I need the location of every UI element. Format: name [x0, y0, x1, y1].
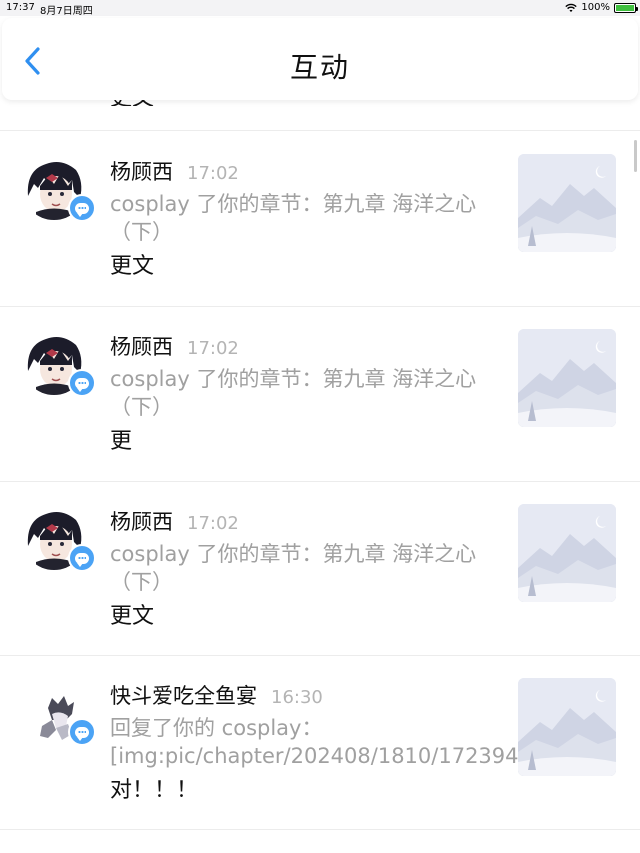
list-item[interactable]: 快斗爱吃全鱼宴 16:30 回复了你的 cosplay：[img:pic/cha…: [0, 656, 640, 830]
timestamp: 17:02: [187, 513, 239, 534]
chapter-thumbnail[interactable]: [518, 154, 616, 252]
user-name[interactable]: 快斗爱吃全鱼宴: [110, 680, 257, 710]
activity-description: cosplay 了你的章节：第九章 海洋之心（下）: [110, 542, 477, 594]
timestamp: 17:02: [187, 163, 239, 184]
page-title: 互动: [289, 51, 350, 84]
user-name[interactable]: 杨顾西: [110, 506, 173, 536]
timestamp: 16:30: [271, 687, 323, 708]
list-item[interactable]: 杨顾西 17:02 cosplay 了你的章节：第九章 海洋之心（下） 更: [0, 307, 640, 481]
chapter-thumbnail[interactable]: [518, 329, 616, 427]
reply-text: 更: [110, 429, 133, 454]
user-name[interactable]: 杨顾西: [110, 331, 173, 361]
activity-description: 回复了你的 cosplay：[img:pic/chapter/202408/18…: [110, 716, 567, 768]
battery-icon: [614, 2, 638, 13]
status-time: 17:37: [6, 2, 35, 13]
comment-badge-icon: [68, 369, 96, 397]
reply-text: 更文: [110, 604, 155, 629]
reply-text: 更文: [110, 254, 155, 279]
status-date: 8月7日周四: [40, 6, 93, 17]
timestamp: 17:02: [187, 338, 239, 359]
scroll-indicator[interactable]: [634, 140, 637, 172]
comment-badge-icon: [68, 194, 96, 222]
list-item[interactable]: 杨顾西 17:02 cosplay 了你的章节：第九章 海洋之心（下） 更文: [0, 482, 640, 656]
activity-description: cosplay 了你的章节：第九章 海洋之心（下）: [110, 192, 477, 244]
chapter-thumbnail[interactable]: [518, 504, 616, 602]
activity-description: cosplay 了你的章节：第九章 海洋之心（下）: [110, 367, 477, 419]
chapter-thumbnail[interactable]: [518, 678, 616, 776]
navigation-bar: 互动: [2, 18, 638, 100]
wifi-icon: [565, 3, 578, 12]
status-bar: 17:37 8月7日周四 100%: [0, 0, 640, 17]
reply-text: 对！！！: [110, 778, 199, 803]
comment-badge-icon: [68, 718, 96, 746]
battery-percent: 100%: [581, 2, 610, 13]
divider: [0, 130, 640, 131]
interaction-list: 更文 杨顾西 17:02 cosplay 了你的章节：第九章 海洋之心（下） 更…: [0, 0, 640, 853]
list-item[interactable]: 杨顾西 17:02 cosplay 了你的章节：第九章 海洋之心（下） 更文: [0, 132, 640, 306]
user-name[interactable]: 杨顾西: [110, 156, 173, 186]
battery-level: [616, 4, 634, 11]
comment-badge-icon: [68, 544, 96, 572]
divider: [0, 829, 640, 830]
